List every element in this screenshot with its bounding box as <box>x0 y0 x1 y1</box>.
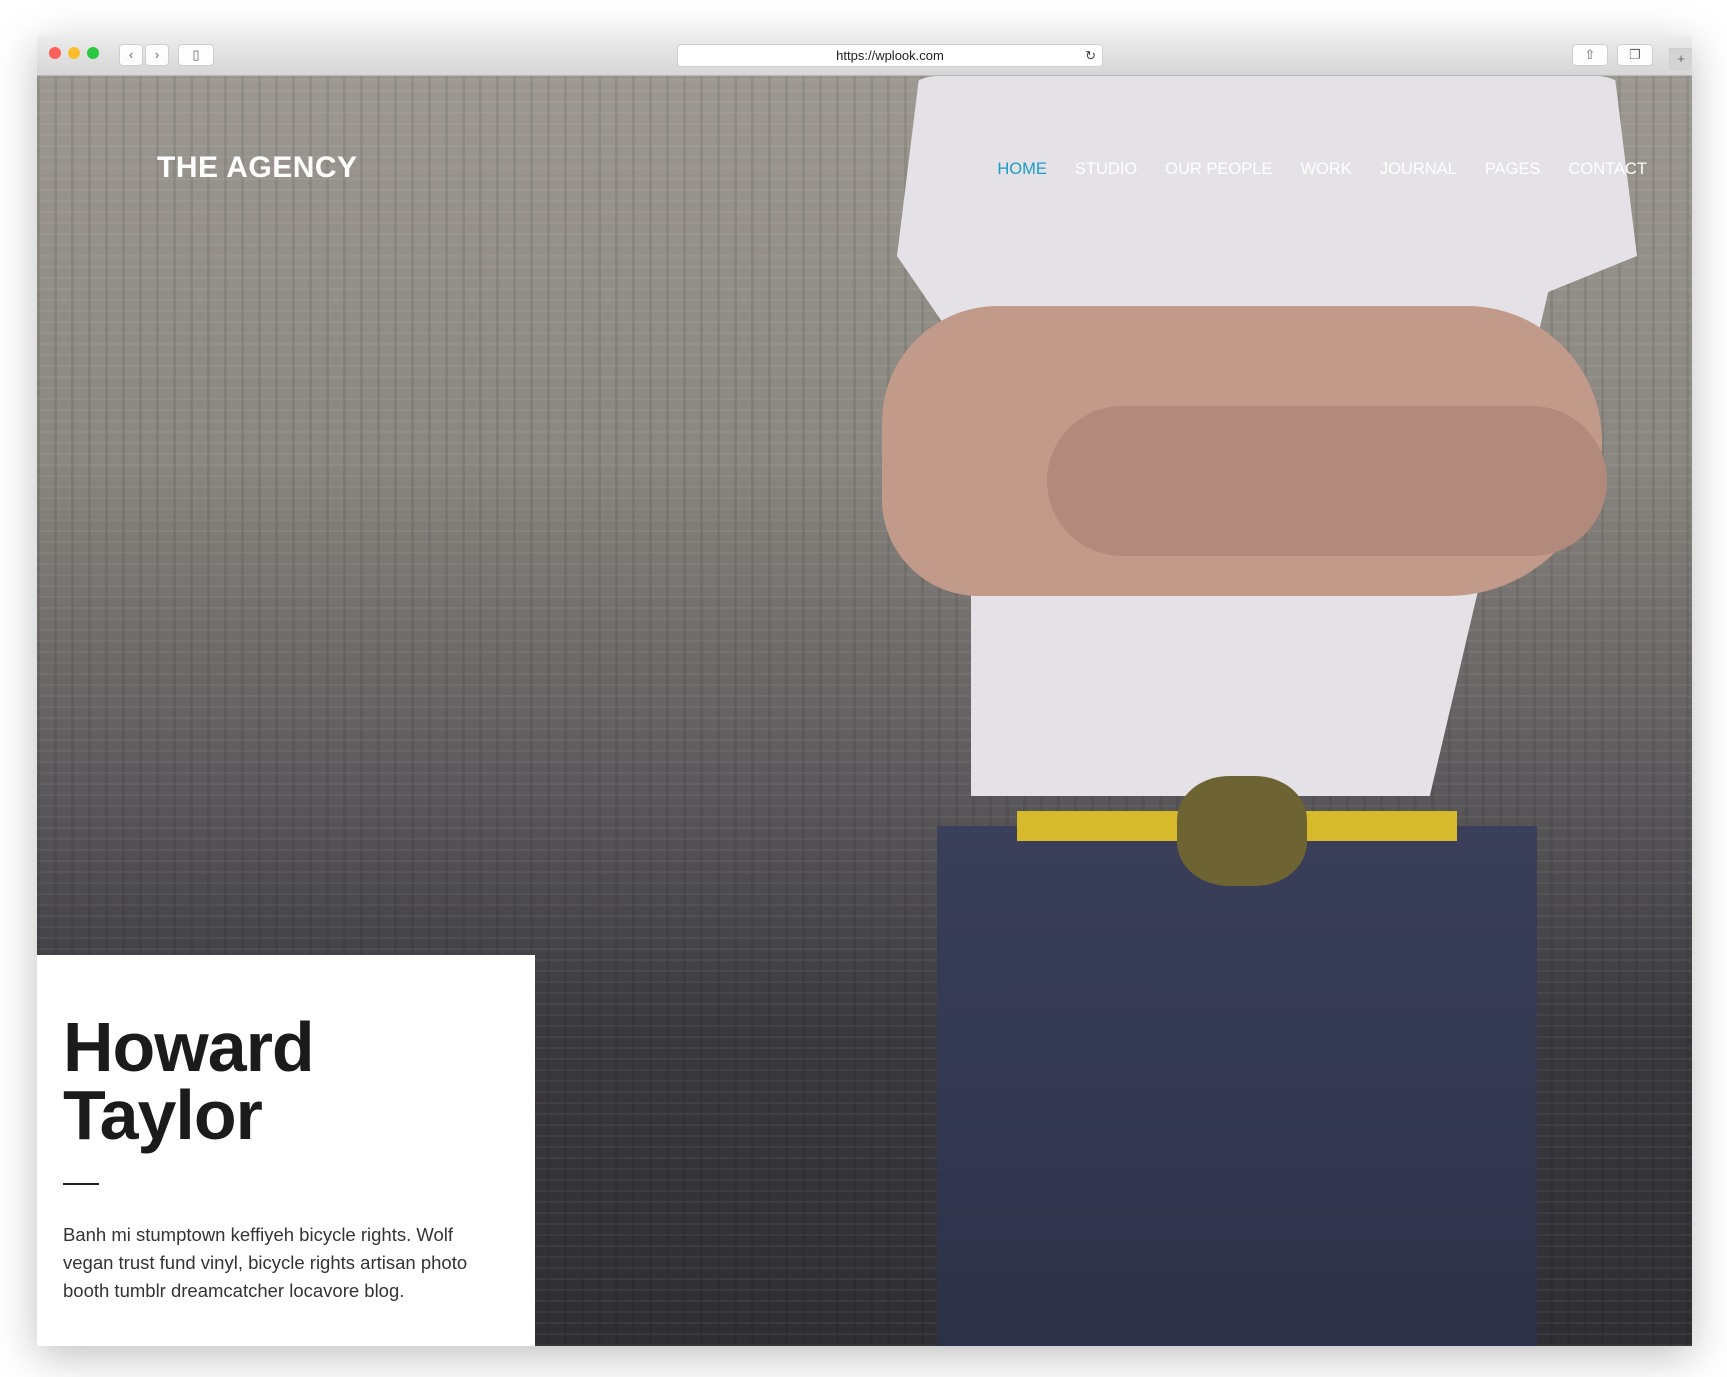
divider <box>63 1183 99 1185</box>
nav-pages[interactable]: PAGES <box>1485 160 1541 179</box>
close-button[interactable] <box>49 47 61 59</box>
browser-window: ‹ › ▯ https://wplook.com ↻ ⇧ ❐ + THE AGEN… <box>37 36 1692 1346</box>
hero-photo-forearm <box>1047 406 1607 556</box>
nav-contact[interactable]: CONTACT <box>1568 160 1647 179</box>
nav-studio[interactable]: STUDIO <box>1075 160 1137 179</box>
share-icon: ⇧ <box>1584 47 1596 62</box>
sidebar-button[interactable]: ▯ <box>178 44 214 66</box>
plus-icon: + <box>1677 51 1685 66</box>
hero-photo-jeans <box>937 826 1537 1346</box>
profile-card: Howard Taylor Banh mi stumptown keffiyeh … <box>37 955 535 1346</box>
hero-section: THE AGENCY HOME STUDIO OUR PEOPLE WORK J… <box>37 76 1692 1346</box>
tabs-button[interactable]: ❐ <box>1617 44 1653 66</box>
main-nav: HOME STUDIO OUR PEOPLE WORK JOURNAL PAGE… <box>997 160 1647 179</box>
back-button[interactable]: ‹ <box>119 44 143 66</box>
site-logo[interactable]: THE AGENCY <box>157 151 358 185</box>
nav-home[interactable]: HOME <box>997 160 1047 179</box>
hero-photo-buckle <box>1177 776 1307 886</box>
nav-our-people[interactable]: OUR PEOPLE <box>1165 160 1272 179</box>
name-last: Taylor <box>63 1076 263 1154</box>
forward-button[interactable]: › <box>145 44 169 66</box>
minimize-button[interactable] <box>68 47 80 59</box>
profile-name: Howard Taylor <box>63 1012 509 1150</box>
tabs-icon: ❐ <box>1629 47 1641 62</box>
profile-bio: Banh mi stumptown keffiyeh bicycle right… <box>63 1224 468 1301</box>
reload-icon[interactable]: ↻ <box>1085 45 1096 66</box>
nav-journal[interactable]: JOURNAL <box>1380 160 1457 179</box>
address-bar[interactable]: https://wplook.com ↻ <box>677 44 1103 67</box>
sidebar-icon: ▯ <box>192 47 200 62</box>
chevron-left-icon: ‹ <box>128 47 134 62</box>
nav-work[interactable]: WORK <box>1300 160 1351 179</box>
zoom-button[interactable] <box>87 47 99 59</box>
share-button[interactable]: ⇧ <box>1572 44 1608 66</box>
name-first: Howard <box>63 1008 315 1086</box>
browser-toolbar: ‹ › ▯ https://wplook.com ↻ ⇧ ❐ + <box>37 36 1692 76</box>
new-tab-button[interactable]: + <box>1669 48 1692 70</box>
chevron-right-icon: › <box>154 47 160 62</box>
url-text: https://wplook.com <box>836 48 944 63</box>
